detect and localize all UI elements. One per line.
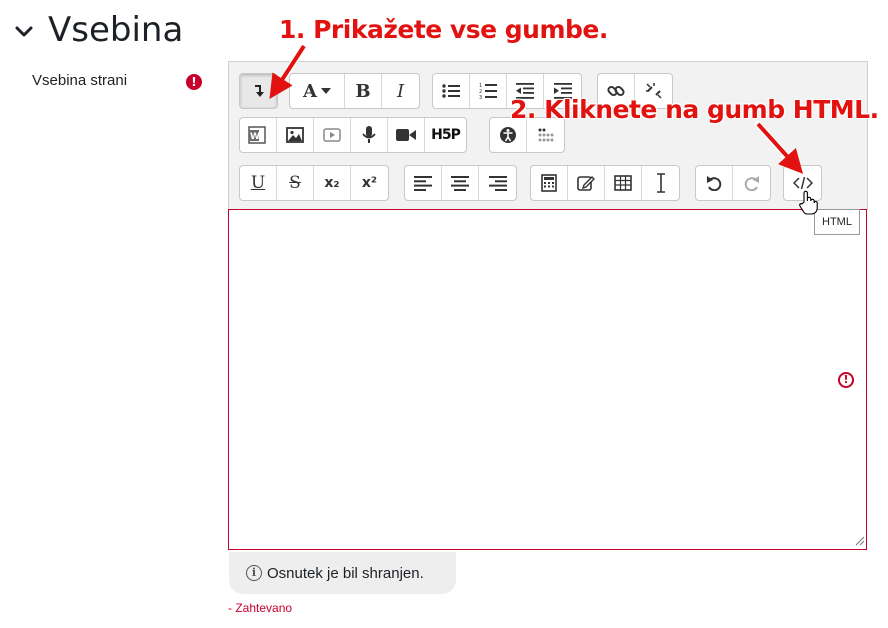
align-center-icon[interactable] [442,166,479,200]
strikethrough-icon[interactable]: S [277,166,314,200]
align-left-icon[interactable] [405,166,442,200]
character-map-icon[interactable] [642,166,679,200]
italic-icon[interactable]: I [382,74,419,108]
svg-text:W: W [250,132,260,142]
table-icon[interactable] [605,166,642,200]
chevron-down-icon[interactable] [12,20,36,44]
media-icon[interactable] [314,118,351,152]
superscript-icon[interactable]: x² [351,166,388,200]
resize-handle-icon[interactable] [855,536,865,546]
redo-icon[interactable] [733,166,770,200]
section-title: Vsebina [48,10,184,50]
toolbar-group-insert: W H5P [239,117,467,153]
align-right-icon[interactable] [479,166,516,200]
ordered-list-icon[interactable]: 123 [470,74,507,108]
hand-cursor-icon [799,190,818,215]
equation-editor-icon[interactable] [531,166,568,200]
html-tooltip: HTML [814,209,860,235]
toolbar-group-style [239,73,278,109]
exclamation-circle-icon: ! [838,372,854,388]
editor-toolbar: A B I 123 W H5P U S x₂ x² [228,61,868,210]
font-size-dropdown-icon[interactable]: A [290,74,345,108]
word-import-icon[interactable]: W [240,118,277,152]
draft-saved-text: Osnutek je bil shranjen. [267,564,424,582]
draft-saved-notice: i Osnutek je bil shranjen. [229,552,456,594]
required-icon: ! [186,74,202,90]
record-audio-icon[interactable] [351,118,388,152]
subscript-icon[interactable]: x₂ [314,166,351,200]
toolbar-group-tools [530,165,680,201]
h5p-icon[interactable]: H5P [425,118,466,152]
manage-files-icon[interactable] [568,166,605,200]
show-more-buttons-icon[interactable] [240,74,277,108]
required-note: - Zahtevano [228,601,293,615]
toolbar-group-history [695,165,771,201]
svg-text:3: 3 [479,95,482,100]
editor-content-area[interactable] [228,209,867,550]
image-icon[interactable] [277,118,314,152]
undo-icon[interactable] [696,166,733,200]
bold-icon[interactable]: B [345,74,382,108]
toolbar-group-font: A B I [289,73,420,109]
underline-icon[interactable]: U [240,166,277,200]
annotation-step1: 1. Prikažete vse gumbe. [279,15,608,44]
annotation-step2: 2. Kliknete na gumb HTML. [510,95,879,124]
field-label: Vsebina strani [32,72,128,89]
info-icon: i [246,565,262,581]
unordered-list-icon[interactable] [433,74,470,108]
toolbar-group-textstyle: U S x₂ x² [239,165,389,201]
record-video-icon[interactable] [388,118,425,152]
toolbar-group-align [404,165,517,201]
